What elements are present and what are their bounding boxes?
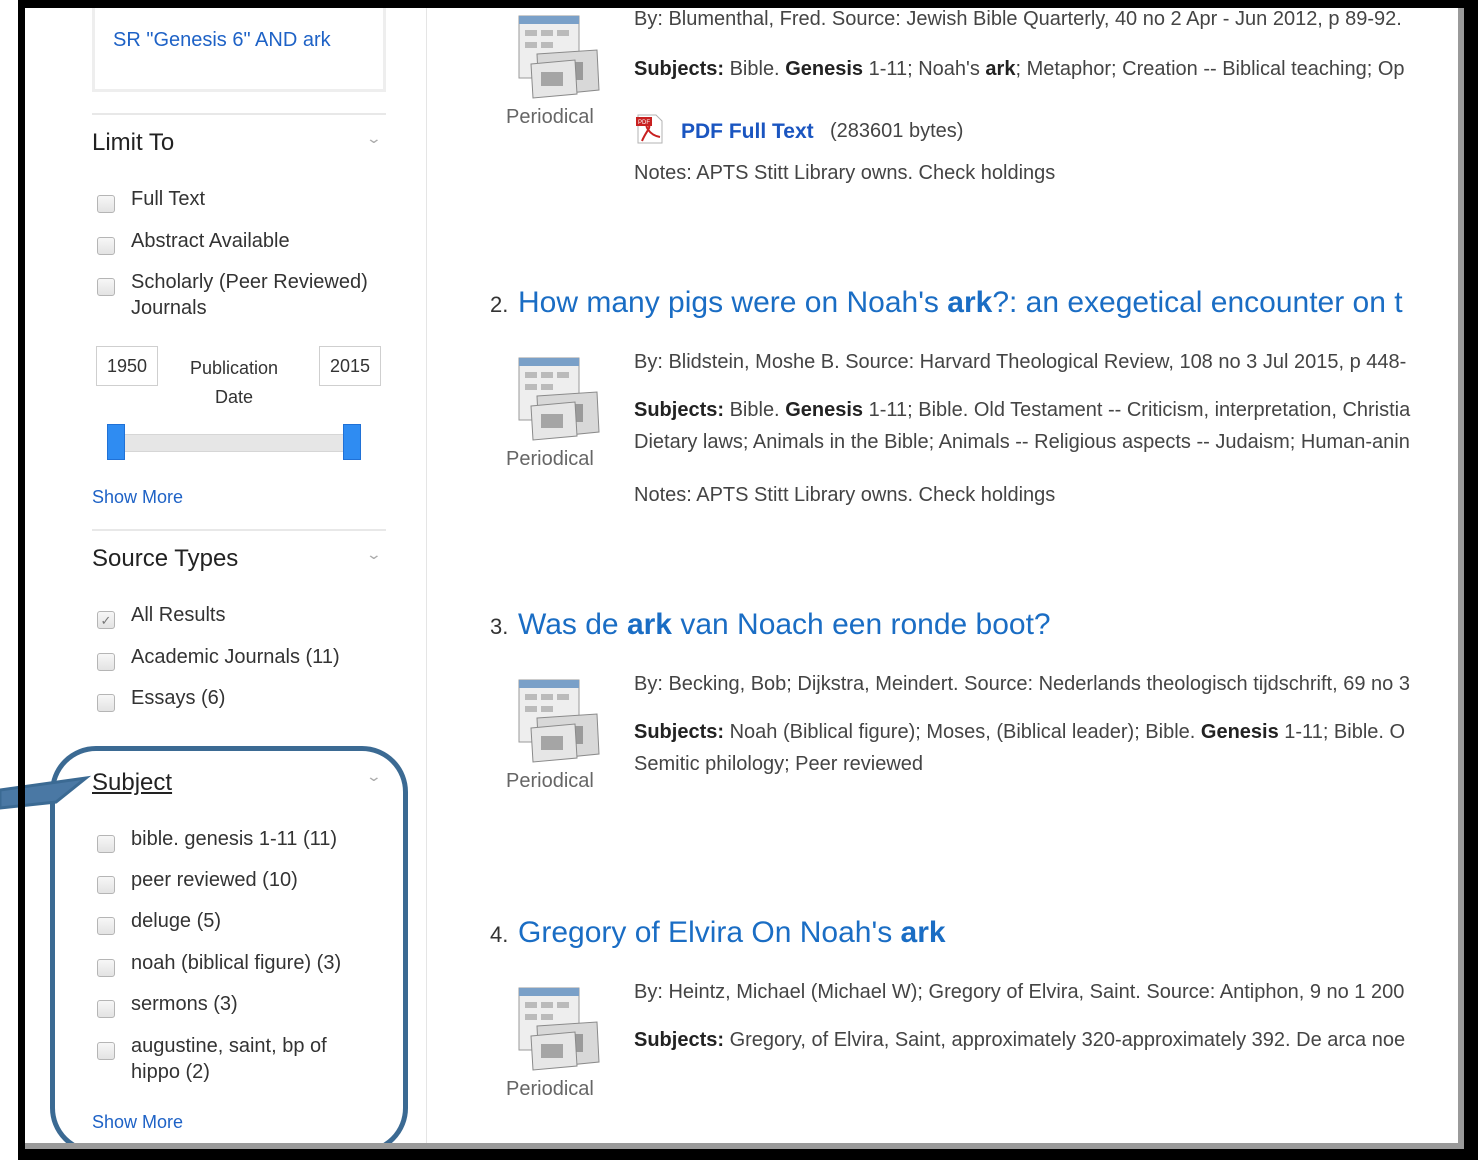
result-1-subjects: Subjects: Bible. Genesis 1-11; Noah's ar… — [634, 58, 1405, 81]
publication-date-label-line1: Publication — [189, 358, 279, 378]
callout-pointer-arrow — [0, 775, 92, 810]
date-slider-track[interactable] — [116, 434, 354, 452]
title-highlight[interactable]: ark — [627, 608, 672, 641]
result-3-byline: By: Becking, Bob; Dijkstra, Meindert. So… — [634, 673, 1410, 695]
title-highlight[interactable]: ark — [901, 916, 946, 949]
subjects-label: Subjects: — [634, 399, 725, 421]
date-slider-handle-min[interactable] — [107, 424, 125, 460]
pdf-size: (283601 bytes) — [830, 120, 964, 142]
date-slider-handle-max[interactable] — [343, 424, 361, 460]
divider — [92, 113, 386, 115]
frame-border-right — [1464, 0, 1478, 1160]
result-3-subjects: Subjects: Noah (Biblical figure); Moses,… — [634, 721, 1405, 744]
chevron-down-icon[interactable]: ⌄ — [366, 546, 382, 563]
result-1-notes[interactable]: Notes: APTS Stitt Library owns. Check ho… — [634, 162, 1055, 185]
academic-journals-checkbox[interactable] — [97, 653, 115, 671]
result-1-type-label: Periodical — [506, 106, 594, 128]
subjects-highlight: Genesis — [1200, 721, 1279, 743]
frame-border-top — [18, 0, 1478, 8]
essays-label[interactable]: Essays (6) — [131, 685, 225, 711]
periodical-icon[interactable] — [515, 12, 601, 102]
date-from-input[interactable]: 1950 — [96, 346, 158, 386]
subjects-label: Subjects: — [634, 721, 725, 743]
result-4-number: 4. — [490, 922, 509, 947]
subjects-text: Bible. — [724, 399, 786, 421]
publication-date-label: Publication Date — [178, 354, 290, 412]
result-2-subjects: Subjects: Bible. Genesis 1-11; Bible. Ol… — [634, 399, 1410, 422]
result-2-notes[interactable]: Notes: APTS Stitt Library owns. Check ho… — [634, 484, 1055, 507]
limit-to-heading[interactable]: Limit To — [92, 129, 174, 157]
result-4-title-link[interactable]: Gregory of Elvira On Noah's ark — [518, 916, 946, 950]
result-2-subjects-line2: Dietary laws; Animals in the Bible; Anim… — [634, 431, 1410, 453]
result-1-byline: By: Blumenthal, Fred. Source: Jewish Bib… — [634, 8, 1402, 30]
abstract-available-checkbox[interactable] — [97, 237, 115, 255]
search-query-link[interactable]: SR "Genesis 6" AND ark — [113, 29, 331, 52]
result-4-subjects: Subjects: Gregory, of Elvira, Saint, app… — [634, 1029, 1405, 1052]
essays-checkbox[interactable] — [97, 694, 115, 712]
all-results-checkbox[interactable]: ✓ — [97, 611, 115, 629]
subjects-highlight: Genesis — [785, 399, 864, 421]
subjects-text: 1-11; Bible. Old Testament -- Criticism,… — [863, 399, 1411, 421]
checkmark-icon: ✓ — [100, 613, 112, 628]
title-text[interactable]: Gregory of Elvira On Noah's — [518, 916, 901, 949]
limit-to-show-more-link[interactable]: Show More — [92, 487, 183, 508]
pdf-full-text-link[interactable]: PDF Full Text — [681, 120, 814, 144]
full-text-label[interactable]: Full Text — [131, 186, 205, 212]
result-4-byline: By: Heintz, Michael (Michael W); Gregory… — [634, 981, 1405, 1003]
subjects-highlight: ark — [985, 58, 1016, 80]
subjects-text: Bible. — [724, 58, 786, 80]
result-2-title-link[interactable]: How many pigs were on Noah's ark?: an ex… — [518, 286, 1403, 320]
periodical-icon[interactable] — [515, 984, 601, 1074]
subjects-highlight: Genesis — [785, 58, 864, 80]
subject-callout-highlight — [50, 746, 408, 1143]
scholarly-label-line2[interactable]: Journals — [131, 295, 207, 321]
title-text[interactable]: Was de — [518, 608, 627, 641]
source-types-heading[interactable]: Source Types — [92, 545, 238, 573]
result-3-title-link[interactable]: Was de ark van Noach een ronde boot? — [518, 608, 1051, 642]
abstract-available-label[interactable]: Abstract Available — [131, 228, 290, 254]
academic-journals-label[interactable]: Academic Journals (11) — [131, 644, 340, 670]
periodical-icon[interactable] — [515, 354, 601, 444]
result-2-type-label: Periodical — [506, 448, 594, 470]
pdf-icon[interactable]: PDF — [634, 113, 666, 145]
periodical-icon[interactable] — [515, 676, 601, 766]
date-to-input[interactable]: 2015 — [319, 346, 381, 386]
subjects-text: Noah (Biblical figure); Moses, (Biblical… — [724, 721, 1201, 743]
title-text[interactable]: How many pigs were on Noah's — [518, 286, 947, 319]
full-text-checkbox[interactable] — [97, 195, 115, 213]
subjects-text: 1-11; Noah's — [863, 58, 986, 80]
subjects-text: Gregory, of Elvira, Saint, approximately… — [724, 1029, 1406, 1051]
sidebar-divider — [426, 8, 427, 1143]
result-4-type-label: Periodical — [506, 1078, 594, 1100]
subjects-text: ; Metaphor; Creation -- Biblical teachin… — [1015, 58, 1405, 80]
frame-border-bottom — [18, 1149, 1478, 1160]
result-3-type-label: Periodical — [506, 770, 594, 792]
chevron-down-icon[interactable]: ⌄ — [366, 130, 382, 147]
divider — [92, 529, 386, 531]
scholarly-checkbox[interactable] — [97, 278, 115, 296]
publication-date-label-line2: Date — [214, 387, 254, 407]
search-query-box: SR "Genesis 6" AND ark — [92, 8, 386, 92]
frame-border-left — [18, 0, 25, 1160]
title-text[interactable]: van Noach een ronde boot? — [672, 608, 1050, 641]
title-text[interactable]: ?: an exegetical encounter on t — [992, 286, 1402, 319]
result-3-subjects-line2: Semitic philology; Peer reviewed — [634, 753, 924, 775]
subjects-label: Subjects: — [634, 1029, 725, 1051]
result-2-byline: By: Blidstein, Moshe B. Source: Harvard … — [634, 351, 1407, 373]
title-highlight[interactable]: ark — [947, 286, 992, 319]
subjects-text: 1-11; Bible. O — [1278, 721, 1406, 743]
subjects-label: Subjects: — [634, 58, 725, 80]
scholarly-label[interactable]: Scholarly (Peer Reviewed) — [131, 269, 368, 295]
all-results-label[interactable]: All Results — [131, 602, 225, 628]
result-2-number: 2. — [490, 292, 509, 317]
result-3-number: 3. — [490, 614, 509, 639]
